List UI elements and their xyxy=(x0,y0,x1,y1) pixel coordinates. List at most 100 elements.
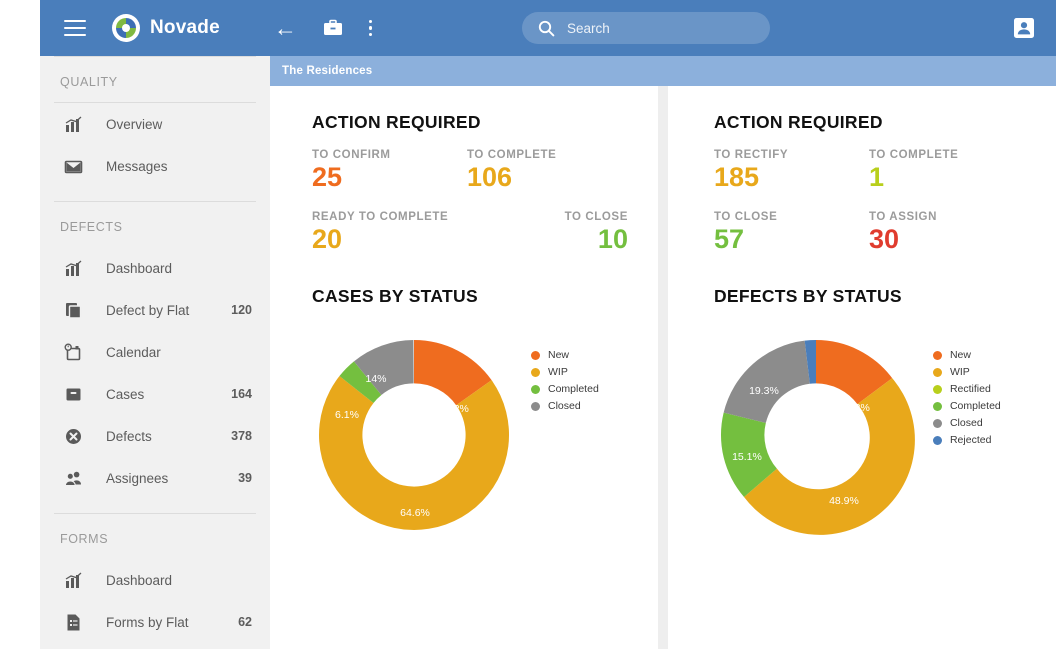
kpi-grid-defects: TO RECTIFY 185 TO COMPLETE 1 TO CLOSE 57… xyxy=(714,149,1026,254)
legend-item-rectified[interactable]: Rectified xyxy=(932,381,1001,398)
sidebar-item-label: Defects xyxy=(106,428,152,444)
sidebar-item-label: Defect by Flat xyxy=(106,302,190,318)
chart-bar-icon xyxy=(62,569,84,591)
legend-item-closed[interactable]: Closed xyxy=(531,398,599,415)
account-avatar-icon[interactable] xyxy=(1010,14,1038,42)
kpi-to-close[interactable]: TO CLOSE 10 xyxy=(467,211,628,253)
legend-color-swatch xyxy=(932,435,942,445)
people-icon xyxy=(62,467,84,489)
legend-color-swatch xyxy=(932,418,942,428)
slice-label-new: 15.2% xyxy=(439,402,469,415)
legend-color-swatch xyxy=(932,350,942,360)
legend-item-completed[interactable]: Completed xyxy=(932,398,1001,415)
legend-color-swatch xyxy=(531,350,540,360)
kpi-label: TO ASSIGN xyxy=(868,211,937,224)
legend-color-swatch xyxy=(932,367,942,377)
kpi-to-complete[interactable]: TO COMPLETE 106 xyxy=(467,149,628,191)
slice-label-completed: 15.1% xyxy=(732,450,762,463)
legend-color-swatch xyxy=(932,401,942,411)
app-root: Novade ← Search QUALITY Overview Message… xyxy=(40,0,1056,649)
kpi-value: 25 xyxy=(312,162,343,192)
kpi-label: READY TO COMPLETE xyxy=(312,211,449,224)
kpi-value: 30 xyxy=(868,224,900,255)
sidebar-item-label: Dashboard xyxy=(106,572,173,588)
sidebar-item-label: Forms by Flat xyxy=(106,614,189,630)
legend-item-wip[interactable]: WIP xyxy=(932,364,1001,381)
legend-label: WIP xyxy=(949,366,970,379)
main-content: The Residences ACTION REQUIRED TO CONFIR… xyxy=(270,56,1056,649)
back-arrow-icon[interactable]: ← xyxy=(274,16,297,40)
sidebar-item-defect-by-flat[interactable]: Defect by Flat 120 xyxy=(40,289,270,331)
legend-color-swatch xyxy=(932,384,942,394)
chart-bar-icon xyxy=(62,257,84,279)
legend-item-wip[interactable]: WIP xyxy=(531,364,599,381)
legend-item-new[interactable]: New xyxy=(932,347,1001,364)
brand: Novade xyxy=(112,14,220,42)
slice-label-closed: 14% xyxy=(365,372,387,385)
legend-label: New xyxy=(548,349,570,362)
kpi-to-close[interactable]: TO CLOSE 57 xyxy=(714,211,869,253)
legend-item-rejected[interactable]: Rejected xyxy=(932,432,1001,449)
breadcrumb-label[interactable]: The Residences xyxy=(282,65,372,77)
kpi-to-assign[interactable]: TO ASSIGN 30 xyxy=(869,211,1026,253)
search-icon xyxy=(538,20,555,37)
kpi-value: 57 xyxy=(713,224,745,255)
action-required-title: ACTION REQUIRED xyxy=(312,112,481,132)
panel-defects: ACTION REQUIRED TO RECTIFY 185 TO COMPLE… xyxy=(668,86,1056,649)
cases-chart-row: 15.2% 64.6% 6.1% 14% New WIP Completed C… xyxy=(312,323,628,541)
sidebar-item-calendar[interactable]: Calendar xyxy=(40,331,270,373)
kpi-to-rectify[interactable]: TO RECTIFY 185 xyxy=(714,149,869,191)
sidebar-item-label: Calendar xyxy=(106,344,161,360)
sidebar-item-dashboard-defects[interactable]: Dashboard xyxy=(40,247,270,289)
kpi-value: 106 xyxy=(467,162,513,192)
sidebar-item-cases[interactable]: Cases 164 xyxy=(40,373,270,415)
kpi-label: TO RECTIFY xyxy=(713,149,789,161)
defects-by-status-title: DEFECTS BY STATUS xyxy=(713,285,902,306)
hamburger-menu-icon[interactable] xyxy=(64,20,86,36)
sidebar-item-assignees[interactable]: Assignees 39 xyxy=(40,457,270,499)
sidebar-section-quality: QUALITY xyxy=(60,75,118,89)
kpi-ready-to-complete[interactable]: READY TO COMPLETE 20 xyxy=(312,211,467,253)
novade-logo-icon xyxy=(112,14,140,42)
kpi-to-confirm[interactable]: TO CONFIRM 25 xyxy=(312,149,467,191)
panel-divider xyxy=(657,86,668,649)
sidebar-item-my-action[interactable]: My Action 12 xyxy=(40,643,270,649)
slice-label-new: 14.8% xyxy=(840,401,870,414)
legend-color-swatch xyxy=(531,384,540,394)
sidebar-section-forms: FORMS xyxy=(60,532,109,546)
sidebar-item-count: 378 xyxy=(231,429,252,443)
legend-color-swatch xyxy=(531,401,540,411)
search-input[interactable]: Search xyxy=(522,12,770,44)
breadcrumb: The Residences xyxy=(270,56,1056,86)
cases-by-status-title: CASES BY STATUS xyxy=(312,285,478,306)
sidebar-item-forms-by-flat[interactable]: Forms by Flat 62 xyxy=(40,601,270,643)
kpi-value: 185 xyxy=(713,162,760,192)
briefcase-icon[interactable] xyxy=(323,19,343,37)
defects-donut-chart[interactable]: 14.8% 48.9% 15.1% 19.3% xyxy=(714,323,919,541)
sidebar-item-label: Overview xyxy=(106,116,163,132)
sidebar-item-overview[interactable]: Overview xyxy=(40,103,270,145)
sidebar-item-defects[interactable]: Defects 378 xyxy=(40,415,270,457)
legend-label: Closed xyxy=(949,417,983,430)
legend-item-closed[interactable]: Closed xyxy=(932,415,1001,432)
sidebar: QUALITY Overview Messages DEFECTS Dashbo… xyxy=(40,56,270,649)
defects-legend: New WIP Rectified Completed Closed Rejec… xyxy=(932,347,1001,449)
legend-item-new[interactable]: New xyxy=(531,347,599,364)
kpi-to-complete[interactable]: TO COMPLETE 1 xyxy=(869,149,1026,191)
kpi-value: 10 xyxy=(597,224,628,255)
sidebar-item-messages[interactable]: Messages xyxy=(40,145,270,187)
calendar-clock-icon xyxy=(62,341,84,363)
dashboard-panels: ACTION REQUIRED TO CONFIRM 25 TO COMPLET… xyxy=(270,86,1056,649)
legend-item-completed[interactable]: Completed xyxy=(531,381,599,398)
panel-cases: ACTION REQUIRED TO CONFIRM 25 TO COMPLET… xyxy=(270,86,658,649)
defects-chart-row: 14.8% 48.9% 15.1% 19.3% New WIP Rectifie… xyxy=(714,323,1026,541)
cases-donut-chart[interactable]: 15.2% 64.6% 6.1% 14% xyxy=(312,323,517,541)
kebab-menu-icon[interactable] xyxy=(368,19,373,37)
envelope-icon xyxy=(62,155,84,177)
chart-bar-icon xyxy=(62,113,84,135)
brand-name: Novade xyxy=(150,17,220,38)
box-icon xyxy=(62,383,84,405)
sidebar-item-label: Cases xyxy=(106,386,145,402)
sidebar-item-dashboard-forms[interactable]: Dashboard xyxy=(40,559,270,601)
sidebar-section-defects: DEFECTS xyxy=(60,220,123,234)
